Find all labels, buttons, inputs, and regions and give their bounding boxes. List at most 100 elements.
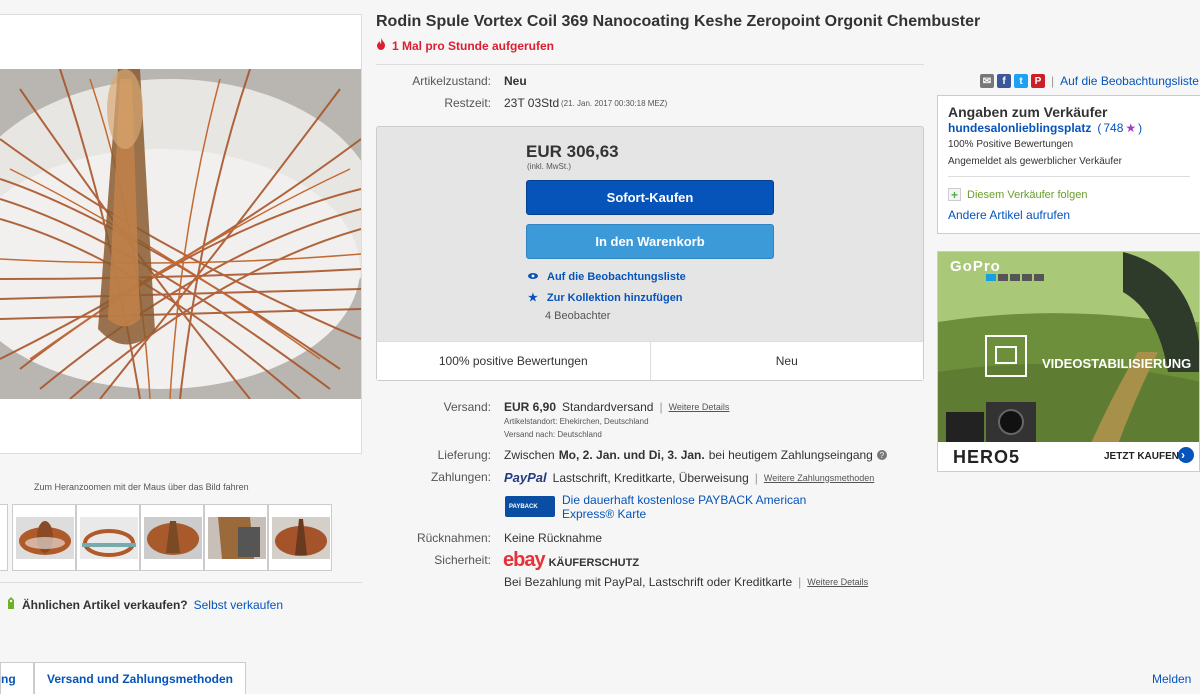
shipping-label: Versand: [443, 400, 491, 414]
add-to-watchlist[interactable]: Auf die Beobachtungsliste [528, 271, 686, 283]
seller-feedback: 100% Positive Bewertungen [948, 139, 1074, 150]
security-row: Bei Bezahlung mit PayPal, Lastschrift od… [504, 575, 868, 589]
tab-description[interactable]: ng [0, 662, 34, 694]
watchlist-label: Auf die Beobachtungsliste [547, 271, 686, 283]
flame-icon [376, 38, 386, 53]
thumbnail[interactable] [268, 504, 332, 571]
condition-value: Neu [504, 74, 527, 88]
divider [0, 582, 362, 583]
tab-shipping-payment[interactable]: Versand und Zahlungsmethoden [34, 662, 246, 694]
seller-name[interactable]: hundesalonlieblingsplatz [948, 121, 1091, 135]
more-payments-link[interactable]: Weitere Zahlungsmethoden [764, 473, 874, 483]
twitter-icon[interactable]: t [1014, 74, 1028, 88]
thumbnail[interactable] [76, 504, 140, 571]
tab-description-label: ng [1, 671, 16, 686]
collection-label: Zur Kollektion hinzufügen [546, 291, 683, 304]
page-title: Rodin Spule Vortex Coil 369 Nanocoating … [376, 13, 981, 30]
condition-label: Artikelzustand: [412, 74, 491, 88]
payments-row: PayPal Lastschrift, Kreditkarte, Überwei… [504, 470, 874, 485]
zoom-hint: Zum Heranzoomen mit der Maus über das Bi… [34, 482, 249, 492]
returns-value: Keine Rücknahme [504, 531, 603, 545]
ships-to: Versand nach: Deutschland [504, 430, 602, 439]
seller-panel: Angaben zum Verkäufer hundesalonliebling… [937, 95, 1200, 234]
returns-label: Rücknahmen: [416, 531, 491, 545]
star-icon: ★ [1125, 121, 1137, 135]
security-label: Sicherheit: [434, 553, 491, 567]
time-left-label: Restzeit: [444, 96, 491, 110]
ad-cta[interactable]: JETZT KAUFEN [1104, 451, 1179, 462]
follow-seller[interactable]: + Diesem Verkäufer folgen [948, 188, 1088, 202]
shipping-method: Standardversand [562, 400, 654, 414]
chevron-right-icon: › [1181, 448, 1185, 462]
separator: | [754, 470, 758, 485]
buy-box-footer: 100% positive Bewertungen Neu [377, 341, 923, 380]
thumbnail[interactable] [140, 504, 204, 571]
divider [948, 176, 1190, 177]
seller-heading: Angaben zum Verkäufer [948, 104, 1108, 120]
score-close: ) [1138, 121, 1143, 135]
add-to-cart-button[interactable]: In den Warenkorb [526, 224, 774, 259]
ad-feature: VIDEOSTABILISIERUNG [1042, 356, 1192, 371]
seller-name-row: hundesalonlieblingsplatz ( 748 ★ ) [948, 121, 1142, 135]
thumbnail-strip [0, 504, 338, 571]
eye-icon [528, 271, 538, 283]
follow-label: Diesem Verkäufer folgen [967, 188, 1088, 201]
separator: | [1051, 74, 1055, 88]
add-to-collection[interactable]: ★ Zur Kollektion hinzufügen [528, 291, 683, 305]
buy-now-button[interactable]: Sofort-Kaufen [526, 180, 774, 215]
ad-model: HERO5 [953, 447, 1021, 467]
security-text: Bei Bezahlung mit PayPal, Lastschrift od… [504, 575, 793, 589]
shipping-details-link[interactable]: Weitere Details [669, 402, 730, 412]
payments-label: Zahlungen: [430, 470, 491, 484]
seller-other-items-link[interactable]: Andere Artikel aufrufen [948, 208, 1070, 222]
gopro-ad[interactable]: GoPro VIDEOSTABILISIERUNG HERO5 JETZT KA… [937, 251, 1200, 472]
score-open: ( [1097, 121, 1102, 135]
email-icon[interactable]: ✉ [980, 74, 994, 88]
separator: | [798, 575, 802, 589]
shipping-row: EUR 6,90 Standardversand | Weitere Detai… [504, 400, 729, 414]
price: EUR 306,63 [526, 142, 619, 161]
condition-summary: Neu [775, 354, 798, 368]
help-icon[interactable]: ? [876, 450, 887, 460]
plus-icon: + [948, 188, 961, 202]
delivery-suffix: bei heutigem Zahlungseingang [708, 448, 873, 462]
payback-text-1: Die dauerhaft kostenlose PAYBACK America… [562, 493, 807, 507]
payment-methods: Lastschrift, Kreditkarte, Überweisung [552, 470, 749, 485]
facebook-icon[interactable]: f [997, 74, 1011, 88]
sell-link[interactable]: Selbst verkaufen [194, 598, 283, 612]
gopro-logo: GoPro [950, 258, 1001, 275]
shipping-price: EUR 6,90 [504, 400, 557, 414]
views-badge: 1 Mal pro Stunde aufgerufen [376, 38, 554, 53]
star-icon: ★ [528, 292, 538, 304]
divider [376, 64, 924, 65]
buyer-protection-logo: ebay KÄUFERSCHUTZ [503, 549, 639, 572]
paypal-logo: PayPal [504, 470, 547, 485]
thumbnail[interactable] [204, 504, 268, 571]
pinterest-icon[interactable]: P [1031, 74, 1045, 88]
report-link[interactable]: Melden [1152, 672, 1191, 686]
thumbnail[interactable] [12, 504, 76, 571]
delivery-prefix: Zwischen [504, 448, 555, 462]
main-product-image[interactable] [0, 69, 361, 399]
tag-icon [6, 596, 16, 613]
vat-note: (inkl. MwSt.) [527, 162, 571, 171]
buyer-protection-text: KÄUFERSCHUTZ [548, 557, 640, 569]
views-text: 1 Mal pro Stunde aufgerufen [392, 38, 555, 53]
sell-question: Ähnlichen Artikel verkaufen? [22, 597, 188, 612]
time-left-value: 23T 03Std [504, 96, 560, 110]
positive-feedback: 100% positive Bewertungen [377, 342, 651, 380]
share-bar: ✉ f t P | Auf die Beobachtungsliste [980, 74, 1199, 88]
delivery-row: Zwischen Mo, 2. Jan. und Di, 3. Jan. bei… [504, 448, 887, 462]
watchlist-link[interactable]: Auf die Beobachtungsliste [1060, 74, 1199, 88]
payback-link[interactable]: Die dauerhaft kostenlose PAYBACK America… [562, 493, 806, 521]
payback-logo: PAYBACK [509, 503, 538, 510]
ebay-logo: ebay [503, 549, 546, 571]
separator: | [659, 400, 663, 414]
end-date: (21. Jan. 2017 00:30:18 MEZ) [561, 99, 668, 108]
watchers-count: 4 Beobachter [545, 310, 611, 322]
seller-registration: Angemeldet als gewerblicher Verkäufer [948, 156, 1122, 167]
feedback-score[interactable]: 748 [1103, 121, 1123, 135]
security-details-link[interactable]: Weitere Details [807, 577, 868, 587]
thumbnail[interactable] [0, 504, 8, 571]
delivery-label: Lieferung: [437, 448, 491, 462]
